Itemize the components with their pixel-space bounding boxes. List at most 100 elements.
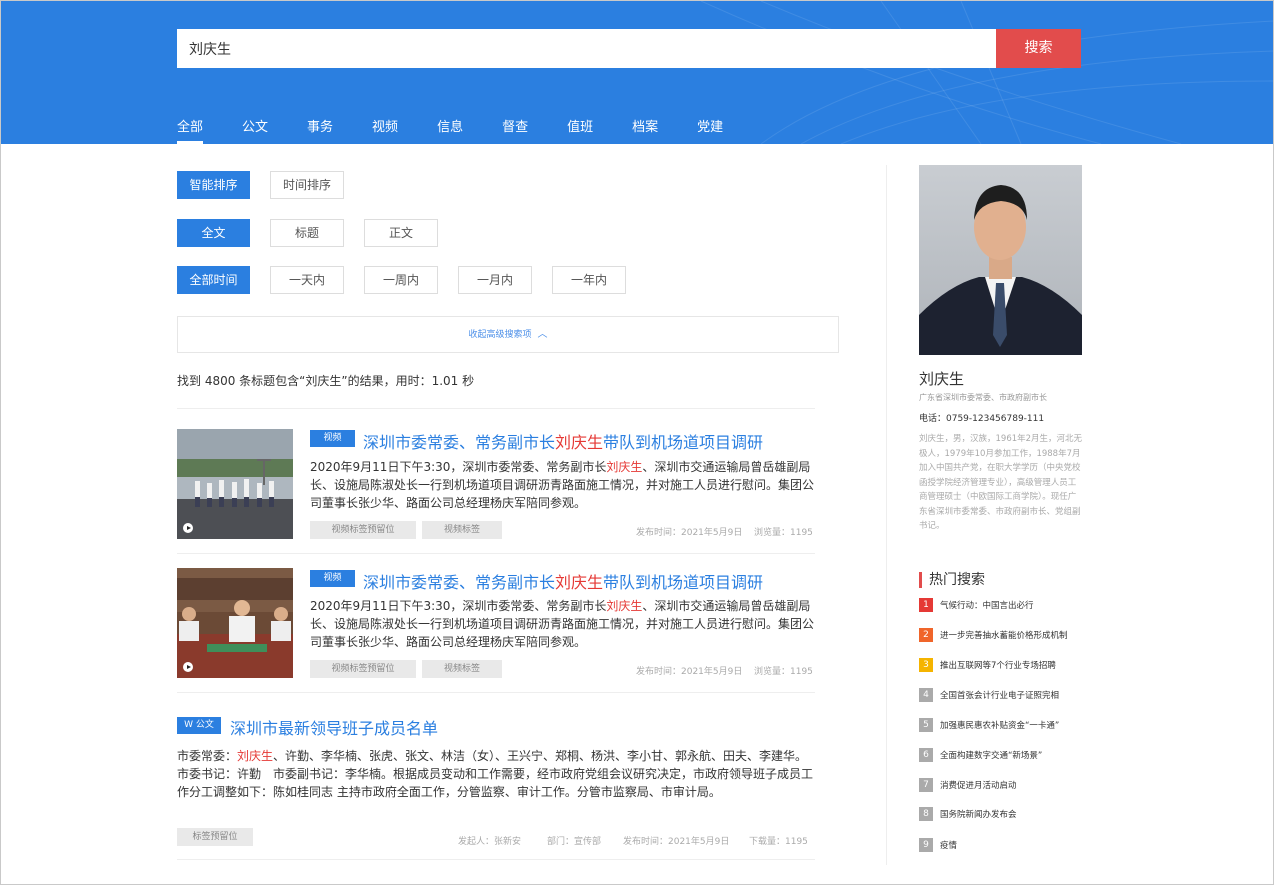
sort-smart-button[interactable]: 智能排序 bbox=[177, 171, 250, 199]
hot-search-item[interactable]: 3 推出互联网等7个行业专场招聘 bbox=[919, 658, 1056, 672]
hot-search-item[interactable]: 9 疫情 bbox=[919, 838, 957, 852]
result-tag[interactable]: 视频标签 bbox=[422, 521, 502, 539]
publish-time: 发布时间：2021年5月9日 bbox=[636, 528, 743, 538]
time-filter-row: 全部时间 一天内 一周内 一月内 一年内 bbox=[177, 266, 646, 294]
hot-search-heading: 热门搜索 bbox=[919, 572, 985, 588]
profile-bio: 刘庆生，男，汉族，1961年2月生，河北无极人，1979年10月参加工作，198… bbox=[919, 434, 1083, 531]
video-thumbnail[interactable] bbox=[177, 429, 293, 539]
hot-search-item[interactable]: 1 气候行动：中国言出必行 bbox=[919, 598, 1034, 612]
title-text: 深圳市委常委、常务副市长 bbox=[363, 433, 556, 452]
scope-title-button[interactable]: 标题 bbox=[270, 219, 344, 247]
type-badge: W 公文 bbox=[177, 717, 221, 734]
rank-badge: 6 bbox=[919, 748, 933, 762]
video-thumbnail-image bbox=[177, 429, 293, 539]
profile-name: 刘庆生 bbox=[919, 370, 965, 388]
hot-search-text: 国务院新闻办发布会 bbox=[940, 810, 1017, 820]
snippet-highlight: 刘庆生 bbox=[237, 749, 274, 763]
result-tag[interactable]: 视频标签预留位 bbox=[310, 521, 416, 539]
profile-title: 广东省深圳市委常委、市政府副市长 bbox=[919, 393, 1047, 402]
title-text: 带队到机场道项目调研 bbox=[603, 573, 764, 592]
result-title[interactable]: 深圳市最新领导班子成员名单 bbox=[230, 715, 438, 739]
tab-duty[interactable]: 值班 bbox=[567, 116, 593, 144]
tab-info[interactable]: 信息 bbox=[437, 116, 463, 144]
title-text: 深圳市委常委、常务副市长 bbox=[363, 573, 556, 592]
result-snippet: 市委常委：刘庆生、许勤、李华楠、张虎、张文、林洁（女）、王兴宁、郑桐、杨洪、李小… bbox=[177, 747, 817, 801]
publish-time: 发布时间：2021年5月9日 bbox=[623, 837, 730, 847]
scope-body-button[interactable]: 正文 bbox=[364, 219, 438, 247]
profile-photo-image bbox=[919, 165, 1082, 355]
hot-search-text: 全国首张会计行业电子证照完相 bbox=[940, 691, 1060, 701]
tab-documents[interactable]: 公文 bbox=[242, 116, 268, 144]
result-snippet: 2020年9月11日下午3:30，深圳市委常委、常务副市长刘庆生、深圳市交通运输… bbox=[310, 458, 815, 512]
type-badge: 视频 bbox=[310, 430, 355, 447]
snippet-highlight: 刘庆生 bbox=[606, 460, 643, 474]
time-day-button[interactable]: 一天内 bbox=[270, 266, 344, 294]
time-month-button[interactable]: 一月内 bbox=[458, 266, 532, 294]
divider bbox=[177, 553, 815, 554]
rank-badge: 1 bbox=[919, 598, 933, 612]
search-input[interactable] bbox=[177, 29, 997, 68]
collapse-advanced-search[interactable]: 收起高级搜索项 ︿ bbox=[177, 316, 839, 353]
sort-time-button[interactable]: 时间排序 bbox=[270, 171, 344, 199]
time-all-button[interactable]: 全部时间 bbox=[177, 266, 250, 294]
profile-photo bbox=[919, 165, 1082, 355]
hot-search-text: 推出互联网等7个行业专场招聘 bbox=[940, 661, 1056, 671]
search-button[interactable]: 搜索 bbox=[996, 29, 1081, 68]
tab-party[interactable]: 党建 bbox=[697, 116, 723, 144]
tab-supervision[interactable]: 督查 bbox=[502, 116, 528, 144]
tab-affairs[interactable]: 事务 bbox=[307, 116, 333, 144]
snippet-text: 2020年9月11日下午3:30，深圳市委常委、常务副市长 bbox=[310, 599, 607, 613]
hot-search-item[interactable]: 2 进一步完善抽水蓄能价格形成机制 bbox=[919, 628, 1068, 642]
divider bbox=[177, 692, 815, 693]
result-tag[interactable]: 视频标签 bbox=[422, 660, 502, 678]
tab-all[interactable]: 全部 bbox=[177, 116, 204, 144]
tab-video[interactable]: 视频 bbox=[372, 116, 398, 144]
hot-search-item[interactable]: 6 全面构建数字交通“新场景” bbox=[919, 748, 1042, 762]
view-count: 浏览量：1195 bbox=[754, 667, 813, 677]
hot-search-text: 疫情 bbox=[940, 841, 958, 851]
department: 部门：宣传部 bbox=[547, 837, 602, 847]
hot-search-text: 全面构建数字交通“新场景” bbox=[940, 751, 1043, 761]
category-tabs: 全部 公文 事务 视频 信息 督查 值班 档案 党建 bbox=[177, 116, 762, 144]
video-thumbnail[interactable] bbox=[177, 568, 293, 678]
hot-search-item[interactable]: 4 全国首张会计行业电子证照完相 bbox=[919, 688, 1059, 702]
divider bbox=[177, 859, 815, 860]
video-thumbnail-image bbox=[177, 568, 293, 678]
initiator: 发起人：张新安 bbox=[458, 837, 522, 847]
profile-phone: 电话：0759-123456789-111 bbox=[919, 414, 1045, 424]
hot-search-text: 加强惠民惠农补贴资金“一卡通” bbox=[940, 721, 1060, 731]
result-tag[interactable]: 标签预留位 bbox=[177, 828, 253, 846]
snippet-text: 市委常委： bbox=[177, 749, 238, 763]
type-badge: 视频 bbox=[310, 570, 355, 587]
scope-fulltext-button[interactable]: 全文 bbox=[177, 219, 250, 247]
chevron-up-icon: ︿ bbox=[537, 329, 548, 340]
collapse-label: 收起高级搜索项 bbox=[468, 330, 532, 340]
result-tag[interactable]: 视频标签预留位 bbox=[310, 660, 416, 678]
title-text: 带队到机场道项目调研 bbox=[603, 433, 764, 452]
result-title[interactable]: 深圳市委常委、常务副市长刘庆生带队到机场道项目调研 bbox=[363, 429, 763, 453]
rank-badge: 8 bbox=[919, 807, 933, 821]
play-icon bbox=[183, 523, 193, 533]
divider bbox=[177, 408, 815, 409]
hot-search-item[interactable]: 5 加强惠民惠农补贴资金“一卡通” bbox=[919, 718, 1059, 732]
sidebar-divider bbox=[886, 165, 887, 865]
tab-archive[interactable]: 档案 bbox=[632, 116, 658, 144]
rank-badge: 2 bbox=[919, 628, 933, 642]
title-highlight: 刘庆生 bbox=[555, 573, 604, 592]
result-snippet: 2020年9月11日下午3:30，深圳市委常委、常务副市长刘庆生、深圳市交通运输… bbox=[310, 597, 815, 651]
time-year-button[interactable]: 一年内 bbox=[552, 266, 626, 294]
time-week-button[interactable]: 一周内 bbox=[364, 266, 438, 294]
hot-search-item[interactable]: 8 国务院新闻办发布会 bbox=[919, 807, 1017, 821]
rank-badge: 7 bbox=[919, 778, 933, 792]
hot-search-text: 消费促进月活动启动 bbox=[940, 781, 1017, 791]
title-highlight: 刘庆生 bbox=[555, 433, 604, 452]
hot-search-text: 进一步完善抽水蓄能价格形成机制 bbox=[940, 631, 1068, 641]
hot-search-text: 气候行动：中国言出必行 bbox=[940, 601, 1034, 611]
rank-badge: 3 bbox=[919, 658, 933, 672]
sort-filter-row: 智能排序 时间排序 bbox=[177, 171, 364, 199]
rank-badge: 5 bbox=[919, 718, 933, 732]
result-title[interactable]: 深圳市委常委、常务副市长刘庆生带队到机场道项目调研 bbox=[363, 569, 763, 593]
publish-time: 发布时间：2021年5月9日 bbox=[636, 667, 743, 677]
snippet-text: 2020年9月11日下午3:30，深圳市委常委、常务副市长 bbox=[310, 460, 607, 474]
hot-search-item[interactable]: 7 消费促进月活动启动 bbox=[919, 778, 1017, 792]
